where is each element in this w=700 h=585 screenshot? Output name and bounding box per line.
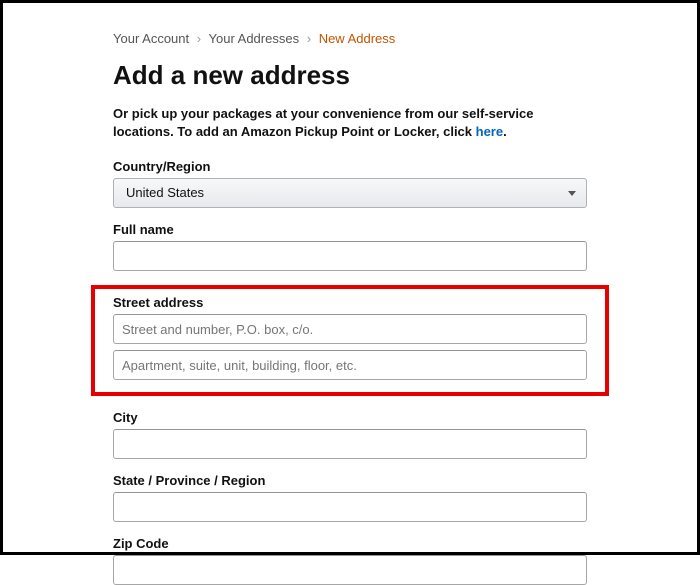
country-field: Country/Region United States (113, 159, 587, 208)
pickup-link[interactable]: here (476, 124, 503, 139)
country-value: United States (126, 185, 204, 200)
chevron-right-icon: › (197, 31, 201, 46)
country-label: Country/Region (113, 159, 587, 174)
pickup-subtext: Or pick up your packages at your conveni… (113, 105, 587, 141)
country-select[interactable]: United States (113, 178, 587, 208)
state-input[interactable] (113, 492, 587, 522)
street-line1-input[interactable] (113, 314, 587, 344)
chevron-right-icon: › (307, 31, 311, 46)
fullname-field: Full name (113, 222, 587, 271)
breadcrumb-item-account[interactable]: Your Account (113, 31, 189, 46)
page-title: Add a new address (113, 60, 587, 91)
city-input[interactable] (113, 429, 587, 459)
street-highlight: Street address (91, 285, 609, 396)
street-label: Street address (113, 295, 587, 310)
state-label: State / Province / Region (113, 473, 587, 488)
city-label: City (113, 410, 587, 425)
zip-field: Zip Code (113, 536, 587, 585)
zip-label: Zip Code (113, 536, 587, 551)
zip-input[interactable] (113, 555, 587, 585)
breadcrumb-current: New Address (319, 31, 396, 46)
breadcrumb: Your Account › Your Addresses › New Addr… (113, 31, 587, 46)
street-line2-input[interactable] (113, 350, 587, 380)
breadcrumb-item-addresses[interactable]: Your Addresses (209, 31, 300, 46)
fullname-label: Full name (113, 222, 587, 237)
fullname-input[interactable] (113, 241, 587, 271)
city-field: City (113, 410, 587, 459)
state-field: State / Province / Region (113, 473, 587, 522)
street-field: Street address (113, 295, 587, 380)
